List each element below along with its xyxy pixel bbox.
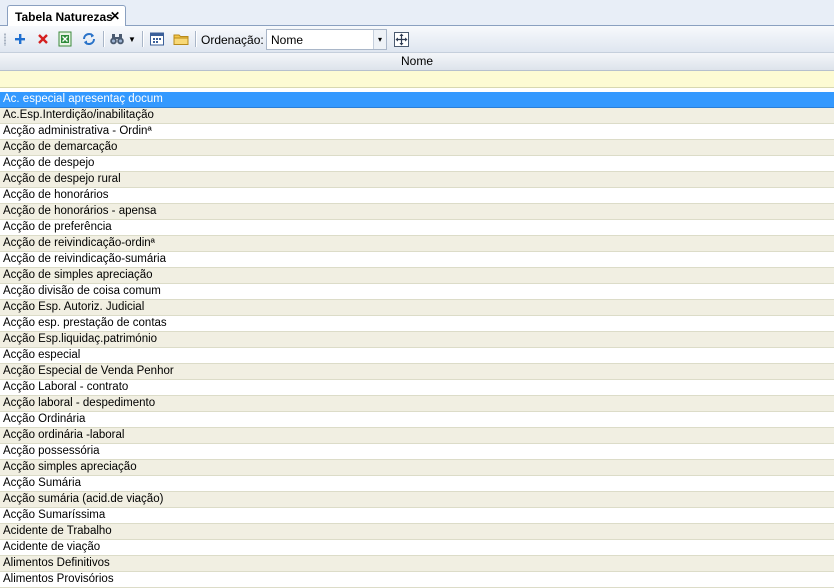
table-row[interactable]: Acção de despejo: [0, 156, 834, 172]
table-row[interactable]: Acção Esp.liquidaç.património: [0, 332, 834, 348]
table-row[interactable]: Acção de honorários - apensa: [0, 204, 834, 220]
table-row[interactable]: Ac.Esp.Interdição/inabilitação: [0, 108, 834, 124]
calendar-icon[interactable]: [148, 30, 166, 48]
table-row[interactable]: Alimentos Definitivos: [0, 556, 834, 572]
toolbar-separator: [142, 31, 144, 47]
tab-strip: Tabela Naturezas ✕: [0, 0, 834, 26]
tab-title: Tabela Naturezas: [15, 10, 113, 24]
ordering-label: Ordenação:: [201, 33, 264, 47]
table-row[interactable]: Acção Sumária: [0, 476, 834, 492]
toolbar-grip[interactable]: [4, 33, 6, 46]
table-row[interactable]: Ac. especial apresentaç docum: [0, 92, 834, 108]
tab-tabela-naturezas[interactable]: Tabela Naturezas ✕: [7, 5, 126, 26]
table-row[interactable]: Acção de reivindicação-sumária: [0, 252, 834, 268]
table-row[interactable]: Acção sumária (acid.de viação): [0, 492, 834, 508]
toolbar-separator: [195, 31, 197, 47]
find-binoculars-icon[interactable]: [108, 30, 126, 48]
table-row[interactable]: Acção de reivindicação-ordinª: [0, 236, 834, 252]
filter-row[interactable]: [0, 71, 834, 88]
excel-export-icon[interactable]: [56, 30, 74, 48]
find-dropdown-arrow-icon[interactable]: ▼: [126, 30, 138, 48]
ordering-select-value: Nome: [271, 33, 304, 47]
table-row[interactable]: Acção de honorários: [0, 188, 834, 204]
table-row[interactable]: Acção Esp. Autoriz. Judicial: [0, 300, 834, 316]
table-row[interactable]: Acção Laboral - contrato: [0, 380, 834, 396]
column-header-nome[interactable]: Nome: [0, 53, 834, 71]
ordering-select[interactable]: Nome ▾: [266, 29, 387, 50]
table-row[interactable]: Acidente de Trabalho: [0, 524, 834, 540]
chevron-down-icon[interactable]: ▾: [373, 30, 386, 49]
table-row[interactable]: Acção de despejo rural: [0, 172, 834, 188]
delete-icon[interactable]: [34, 30, 52, 48]
folder-icon[interactable]: [172, 30, 190, 48]
table-row[interactable]: Acção Ordinária: [0, 412, 834, 428]
table-row[interactable]: Acção de simples apreciação: [0, 268, 834, 284]
table-row[interactable]: Acção administrativa - Ordinª: [0, 124, 834, 140]
table-row[interactable]: Acção de preferência: [0, 220, 834, 236]
refresh-icon[interactable]: [80, 30, 98, 48]
table-row[interactable]: Acção laboral - despedimento: [0, 396, 834, 412]
table-row[interactable]: Acção especial: [0, 348, 834, 364]
fit-columns-icon[interactable]: [392, 30, 410, 48]
grid-rows: Ac. especial apresentaç docum Ac.Esp.Inte…: [0, 92, 834, 588]
table-row[interactable]: Acção Sumaríssima: [0, 508, 834, 524]
table-row[interactable]: Acção simples apreciação: [0, 460, 834, 476]
toolbar-separator: [103, 31, 105, 47]
table-row[interactable]: Acidente de viação: [0, 540, 834, 556]
table-row[interactable]: Acção possessória: [0, 444, 834, 460]
table-row[interactable]: Acção de demarcação: [0, 140, 834, 156]
table-row[interactable]: Acção Especial de Venda Penhor: [0, 364, 834, 380]
table-row[interactable]: Acção divisão de coisa comum: [0, 284, 834, 300]
toolbar: ▼ Ordenação: Nome ▾: [0, 26, 834, 53]
table-row[interactable]: Acção ordinária -laboral: [0, 428, 834, 444]
add-icon[interactable]: [11, 30, 29, 48]
close-icon[interactable]: ✕: [110, 9, 120, 23]
table-row[interactable]: Acção esp. prestação de contas: [0, 316, 834, 332]
